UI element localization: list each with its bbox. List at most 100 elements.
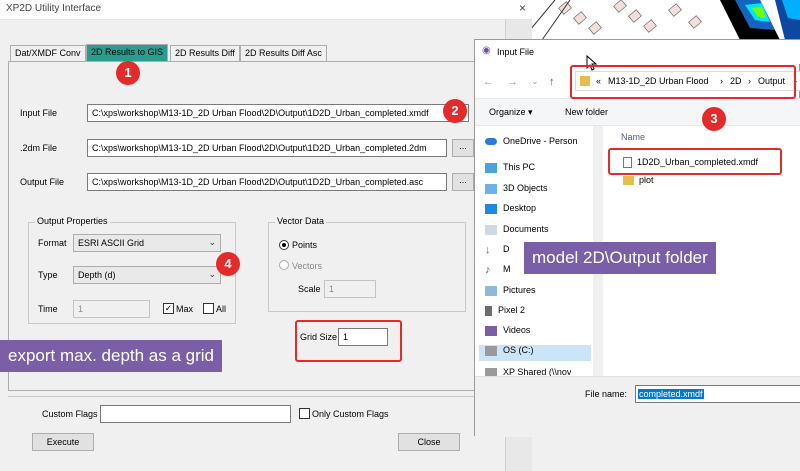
tab-2d-results-to-gis[interactable]: 2D Results to GIS	[86, 44, 169, 62]
nav-item-label: Pictures	[503, 285, 536, 295]
dialog-bottom: File name: completed.xmdf	[475, 376, 800, 437]
only-custom-flags-label: Only Custom Flags	[312, 409, 389, 419]
nav-item-pixel-2[interactable]: Pixel 2	[485, 305, 525, 321]
output-properties-title: Output Properties	[35, 216, 110, 226]
tab-2d-results-diff-asc[interactable]: 2D Results Diff Asc	[240, 45, 327, 61]
back-arrow-icon[interactable]: ←	[483, 76, 494, 88]
type-label: Type	[38, 270, 58, 280]
time-label: Time	[38, 304, 58, 314]
type-select[interactable]: Depth (d) ⌄	[73, 266, 221, 284]
nav-item-music[interactable]: ♪ M	[485, 264, 511, 280]
all-checkbox[interactable]	[203, 303, 214, 314]
highlight-file	[608, 148, 782, 175]
organize-button[interactable]: Organize ▾	[489, 107, 533, 118]
points-label: Points	[292, 240, 318, 250]
2dm-file-label: .2dm File	[20, 143, 58, 153]
dialog-title-bar: ◉ Input File	[475, 40, 800, 64]
all-label: All	[216, 304, 227, 314]
only-custom-flags-checkbox[interactable]	[299, 408, 310, 419]
window-title: XP2D Utility Interface	[6, 3, 102, 14]
videos-icon	[485, 325, 497, 336]
format-select[interactable]: ESRI ASCII Grid ⌄	[73, 234, 221, 252]
column-header-name[interactable]: Name	[621, 132, 645, 142]
nav-item-xp-shared[interactable]: XP Shared (\\nov	[485, 367, 571, 376]
dialog-title: Input File	[497, 47, 535, 57]
dialog-toolbar: Organize ▾ New folder	[475, 98, 800, 126]
file-name-field[interactable]: completed.xmdf	[635, 385, 800, 403]
nav-item-label: Videos	[503, 325, 531, 335]
max-checkbox[interactable]: ✓	[163, 303, 174, 314]
time-field[interactable]: 1	[73, 300, 150, 318]
nav-item-3d-objects[interactable]: 3D Objects	[485, 183, 548, 199]
nav-item-onedrive[interactable]: OneDrive - Person	[485, 136, 578, 152]
output-file-field[interactable]: C:\xps\workshop\M13-1D_2D Urban Flood\2D…	[87, 173, 447, 191]
step-badge-1: 1	[116, 61, 140, 85]
pictures-icon	[485, 285, 497, 296]
chevron-down-icon: ⌄	[208, 237, 216, 247]
execute-button[interactable]: Execute	[32, 433, 94, 451]
type-value: Depth (d)	[78, 270, 116, 280]
max-label: Max	[176, 304, 194, 314]
up-arrow-icon[interactable]: ↑	[549, 76, 555, 88]
app-icon: ◉	[482, 45, 491, 56]
scale-field[interactable]: 1	[324, 280, 376, 298]
music-icon: ♪	[485, 263, 491, 276]
desktop-icon	[485, 203, 497, 214]
tab-dat-xmdf-conv[interactable]: Dat/XMDF Conv	[10, 45, 86, 61]
callout-output-folder: model 2D\Output folder	[524, 242, 716, 274]
chevron-down-icon: ⌄	[208, 269, 216, 279]
folder-icon	[623, 176, 634, 186]
divider	[8, 396, 498, 397]
nav-item-os-c[interactable]: OS (C:)	[479, 345, 591, 361]
nav-item-downloads[interactable]: ↓ D	[485, 244, 510, 260]
custom-flags-field[interactable]	[100, 405, 291, 423]
nav-item-this-pc[interactable]: This PC	[485, 162, 535, 178]
2dm-file-field[interactable]: C:\xps\workshop\M13-1D_2D Urban Flood\2D…	[87, 139, 447, 157]
input-file-label: Input File	[20, 108, 58, 118]
download-icon: ↓	[485, 243, 491, 256]
nav-item-label: OneDrive - Person	[503, 136, 578, 146]
nav-item-label: Pixel 2	[498, 305, 526, 315]
step-badge-2: 2	[443, 99, 467, 123]
phone-icon	[485, 305, 492, 316]
documents-icon	[485, 224, 497, 235]
nav-item-label: Documents	[503, 224, 549, 234]
file-name-label: File name:	[585, 389, 628, 399]
step-badge-3: 3	[702, 107, 726, 131]
points-radio[interactable]	[279, 240, 289, 250]
tab-2d-results-diff[interactable]: 2D Results Diff	[170, 45, 240, 61]
nav-item-desktop[interactable]: Desktop	[485, 203, 536, 219]
output-file-label: Output File	[20, 177, 65, 187]
format-label: Format	[38, 238, 67, 248]
forward-arrow-icon[interactable]: →	[507, 76, 518, 88]
output-browse-button[interactable]: ...	[452, 173, 474, 191]
custom-flags-label: Custom Flags	[42, 409, 98, 419]
nav-item-label: 3D Objects	[503, 183, 548, 193]
highlight-grid-size	[295, 320, 402, 362]
folder-name: plot	[639, 175, 654, 185]
cloud-icon	[485, 138, 497, 146]
nav-item-documents[interactable]: Documents	[485, 224, 549, 240]
xp2d-window: XP2D Utility Interface × Dat/XMDF Conv 2…	[0, 0, 532, 471]
nav-item-pictures[interactable]: Pictures	[485, 285, 536, 301]
vector-data-title: Vector Data	[275, 216, 327, 226]
close-icon[interactable]: ×	[519, 1, 526, 15]
close-button[interactable]: Close	[398, 433, 460, 451]
new-folder-button[interactable]: New folder	[565, 107, 608, 117]
background-map	[530, 0, 800, 40]
folder-row[interactable]: plot	[623, 175, 654, 189]
drive-icon	[485, 345, 497, 356]
computer-icon	[485, 162, 497, 173]
callout-export-grid: export max. depth as a grid	[0, 340, 223, 372]
chevron-down-icon[interactable]: ⌄	[531, 76, 539, 87]
title-bar: XP2D Utility Interface ×	[0, 0, 532, 20]
2dm-browse-button[interactable]: ...	[452, 139, 474, 157]
nav-item-label: M	[503, 264, 511, 274]
cube-icon	[485, 183, 497, 194]
nav-item-label: OS (C:)	[503, 345, 534, 355]
vectors-radio[interactable]	[279, 260, 289, 270]
file-name-value: completed.xmdf	[638, 389, 704, 399]
network-drive-icon	[485, 367, 497, 376]
input-file-field[interactable]: C:\xps\workshop\M13-1D_2D Urban Flood\2D…	[87, 104, 469, 122]
nav-item-videos[interactable]: Videos	[485, 325, 530, 341]
